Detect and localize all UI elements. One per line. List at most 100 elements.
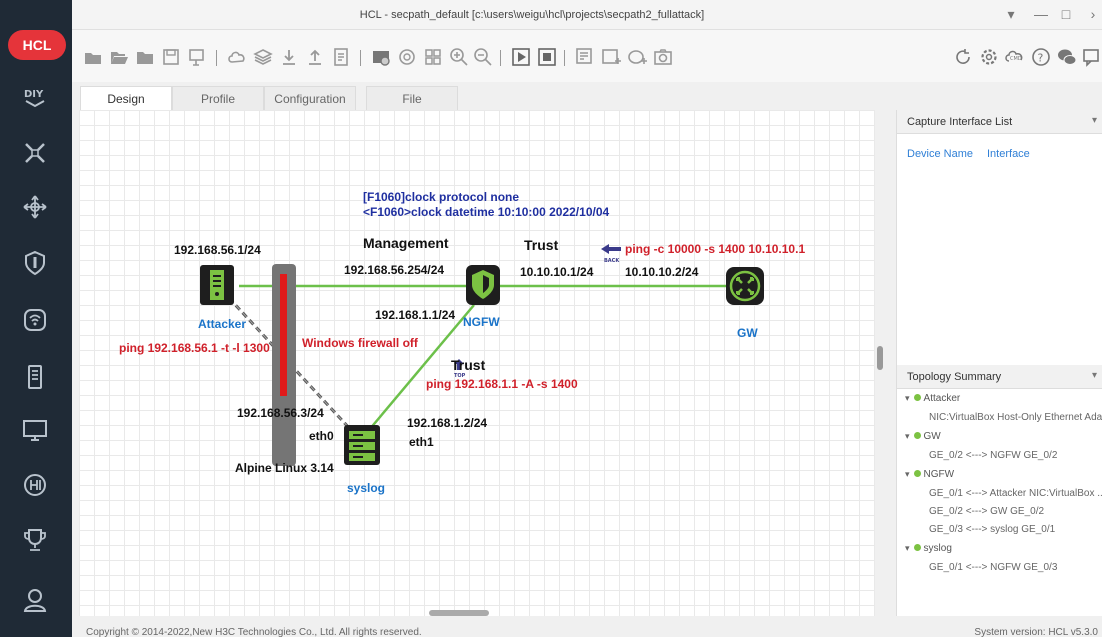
tree-node-syslog[interactable]: ▾ syslog — [905, 543, 952, 554]
device-syslog-label[interactable]: syslog — [347, 481, 385, 495]
topology-icon[interactable] — [20, 138, 50, 168]
horizontal-scrollbar[interactable] — [429, 610, 489, 616]
list-add-icon[interactable] — [574, 46, 596, 68]
capture-interface-header[interactable]: Capture Interface List ▾ — [897, 110, 1102, 134]
tree-link: GE_0/2 <---> NGFW GE_0/2 — [929, 450, 1058, 461]
help-icon[interactable]: ? — [1030, 46, 1052, 68]
status-dot-icon — [913, 470, 921, 477]
status-bar: Copyright © 2014-2022,New H3C Technologi… — [72, 619, 1102, 637]
cloud-icon[interactable] — [226, 46, 248, 68]
close-button[interactable]: › — [1084, 6, 1102, 22]
vertical-scrollbar[interactable] — [877, 346, 883, 370]
document-icon[interactable] — [330, 46, 352, 68]
right-panel: Capture Interface List ▾ Device Name Int… — [896, 110, 1102, 616]
ip-ngfw-syslog-label: 192.168.1.1/24 — [375, 308, 456, 322]
refresh-icon[interactable] — [952, 46, 974, 68]
copyright-text: Copyright © 2014-2022,New H3C Technologi… — [86, 627, 422, 637]
wechat-icon[interactable] — [1056, 46, 1078, 68]
camera-icon[interactable] — [652, 46, 674, 68]
status-dot-icon — [913, 432, 921, 439]
image-icon[interactable] — [370, 46, 392, 68]
folder-icon[interactable] — [134, 46, 156, 68]
tree-node-gw[interactable]: ▾ GW — [905, 431, 941, 442]
grid-icon[interactable] — [422, 46, 444, 68]
device-syslog[interactable] — [344, 425, 380, 465]
alpine-linux-label: Alpine Linux 3.14 — [235, 461, 334, 475]
back-arrow-icon — [601, 244, 621, 254]
svg-text:DIY: DIY — [24, 89, 44, 100]
col-device-name[interactable]: Device Name — [907, 148, 973, 160]
ping-attacker-label: ping 192.168.56.1 -t -l 1300 — [119, 341, 270, 355]
tree-link: GE_0/3 <---> syslog GE_0/1 — [929, 524, 1056, 535]
export-icon[interactable] — [304, 46, 326, 68]
tab-configuration[interactable]: Configuration — [264, 86, 356, 110]
version-text: System version: HCL v5.3.0 — [974, 627, 1098, 637]
sidebar: HCL DIY — [0, 0, 72, 637]
add-ellipse-icon[interactable] — [626, 46, 648, 68]
tree-link: GE_0/2 <---> GW GE_0/2 — [929, 506, 1045, 517]
cmd-clock-datetime: <F1060>clock datetime 10:10:00 2022/10/0… — [363, 205, 610, 219]
user-icon[interactable] — [20, 585, 50, 615]
col-interface[interactable]: Interface — [987, 148, 1030, 160]
trophy-icon[interactable] — [20, 525, 50, 555]
tree-link: NIC:VirtualBox Host-Only Ethernet Ada... — [929, 412, 1102, 423]
new-project-icon[interactable] — [82, 46, 104, 68]
collapse-toggle-icon[interactable]: ▾ — [1092, 370, 1097, 381]
add-rectangle-icon[interactable] — [600, 46, 622, 68]
status-dot-icon — [913, 544, 921, 551]
hcl-logo: HCL — [8, 30, 66, 60]
layers-icon[interactable] — [252, 46, 274, 68]
wireless-icon[interactable] — [20, 305, 50, 335]
tree-node-ngfw[interactable]: ▾ NGFW — [905, 469, 954, 480]
topology-summary-header[interactable]: Topology Summary ▾ — [897, 365, 1102, 389]
feedback-icon[interactable] — [1080, 46, 1102, 68]
ping-gw-label: ping -c 10000 -s 1400 10.10.10.1 — [625, 242, 806, 256]
windows-firewall[interactable] — [272, 264, 296, 466]
save-icon[interactable] — [160, 46, 182, 68]
move-icon[interactable] — [20, 192, 50, 222]
server-icon[interactable] — [20, 362, 50, 392]
back-label: BACK — [604, 258, 620, 264]
zoom-out-icon[interactable] — [472, 46, 494, 68]
status-dot-icon — [913, 394, 921, 401]
tab-file[interactable]: File — [366, 86, 458, 110]
tree-link: GE_0/1 <---> NGFW GE_0/3 — [929, 562, 1058, 573]
device-gw[interactable] — [726, 267, 764, 305]
dropdown-icon[interactable]: ▾ — [1002, 6, 1020, 23]
monitor-icon[interactable] — [20, 415, 50, 445]
window-title: HCL - secpath_default [c:\users\weigu\hc… — [359, 9, 705, 21]
device-gw-label[interactable]: GW — [737, 326, 758, 340]
device-ngfw[interactable] — [466, 265, 500, 305]
shield-icon[interactable] — [20, 248, 50, 278]
device-attacker[interactable] — [200, 265, 234, 305]
ip-attacker-label: 192.168.56.1/24 — [174, 243, 261, 257]
cmd-clock-protocol: [F1060]clock protocol none — [363, 190, 520, 204]
tab-profile[interactable]: Profile — [172, 86, 264, 110]
tree-link: GE_0/1 <---> Attacker NIC:VirtualBox ... — [929, 488, 1102, 499]
tree-node-attacker[interactable]: ▾ Attacker — [905, 393, 960, 404]
gear-icon[interactable] — [978, 46, 1000, 68]
open-project-icon[interactable] — [108, 46, 130, 68]
maximize-button[interactable]: □ — [1057, 6, 1075, 22]
topology-canvas[interactable]: BACK TOP [F1060]clock protocol none <F10… — [79, 110, 875, 616]
topology-summary-title: Topology Summary — [907, 371, 1002, 383]
tab-design[interactable]: Design — [80, 86, 172, 110]
start-all-icon[interactable] — [510, 46, 532, 68]
cmd-icon[interactable]: CMD — [1004, 46, 1026, 68]
h3c-icon[interactable] — [20, 470, 50, 500]
view-tabs: Design Profile Configuration File — [72, 82, 896, 110]
stop-all-icon[interactable] — [536, 46, 558, 68]
device-attacker-label[interactable]: Attacker — [198, 317, 246, 331]
diy-icon[interactable]: DIY — [20, 82, 50, 112]
collapse-toggle-icon[interactable]: ▾ — [1092, 115, 1097, 126]
minimize-button[interactable]: — — [1032, 6, 1050, 22]
zone-management-label: Management — [363, 235, 449, 251]
save-as-icon[interactable] — [186, 46, 208, 68]
zoom-in-icon[interactable] — [448, 46, 470, 68]
capture-interface-title: Capture Interface List — [907, 116, 1013, 128]
settings-gear-icon[interactable] — [396, 46, 418, 68]
device-ngfw-label[interactable]: NGFW — [463, 315, 500, 329]
ip-gw-label: 10.10.10.2/24 — [625, 265, 699, 279]
import-icon[interactable] — [278, 46, 300, 68]
svg-text:CMD: CMD — [1010, 56, 1022, 62]
